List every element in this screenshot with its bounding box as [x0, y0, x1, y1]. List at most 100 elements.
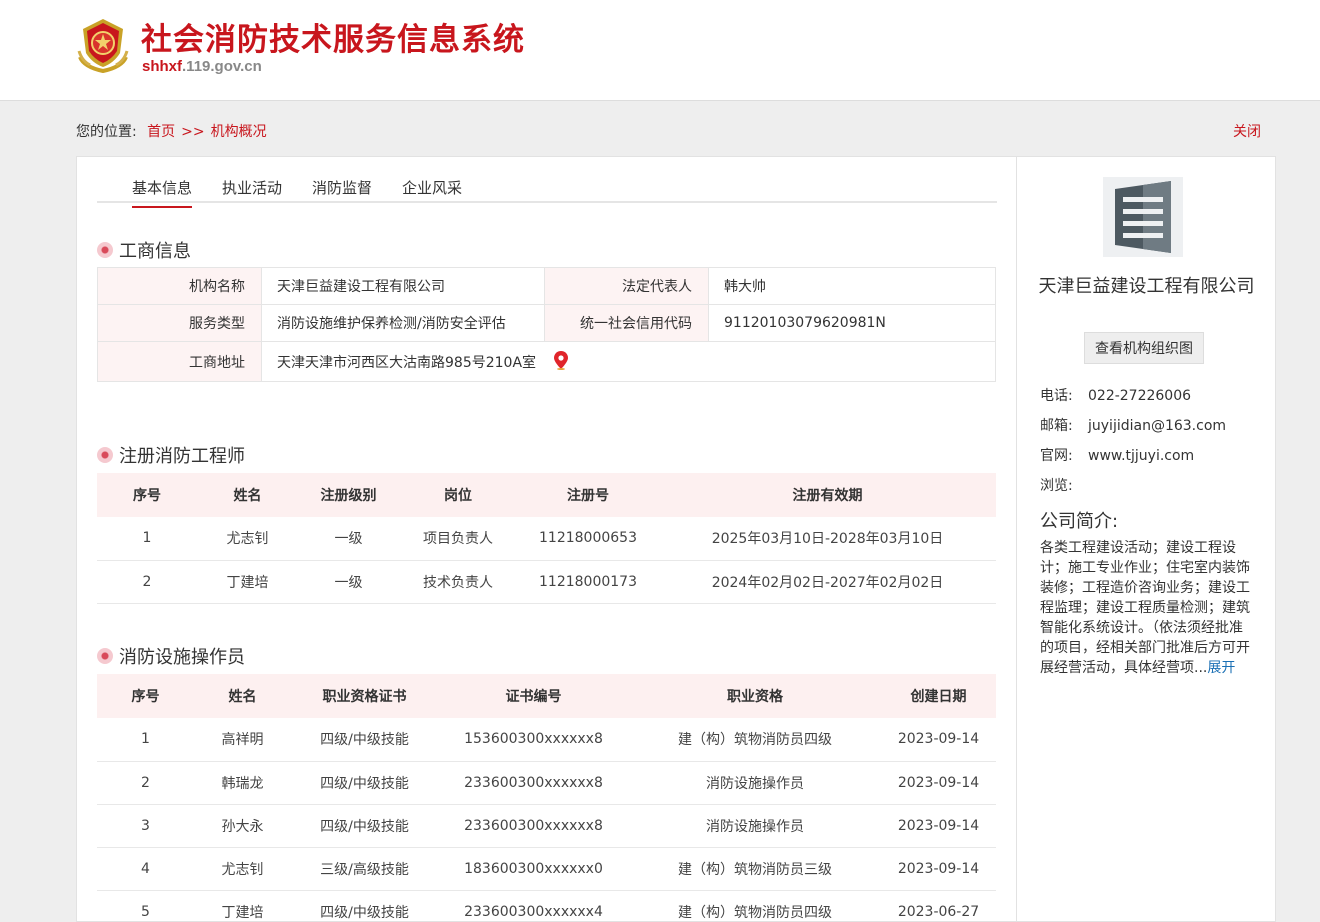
view-org-chart-button[interactable]: 查看机构组织图	[1084, 332, 1204, 364]
table-row: 5 丁建培 四级/中级技能 233600300xxxxxx4 建（构）筑物消防员四级 20…	[97, 890, 996, 922]
email-value[interactable]: juyijidian@163.com	[1088, 418, 1226, 434]
table-row: 2 韩瑞龙 四级/中级技能 233600300xxxxxx8 消防设施操作员 2023-0…	[97, 761, 996, 805]
column-header: 注册级别	[298, 473, 399, 517]
table-cell: 孙大永	[194, 804, 291, 848]
column-header: 注册号	[517, 473, 659, 517]
table-cell: 四级/中级技能	[291, 890, 438, 922]
address-cell: 天津天津市河西区大沽南路985号210A室	[261, 341, 996, 382]
section-title-business: 工商信息	[97, 237, 191, 263]
table-cell: 2024年02月02日-2027年02月02日	[659, 560, 996, 604]
org-name-value: 天津巨益建设工程有限公司	[261, 267, 545, 305]
phone-value: 022-27226006	[1088, 388, 1192, 404]
table-cell: 2023-09-14	[881, 761, 996, 805]
location-pin-icon[interactable]	[554, 351, 569, 370]
table-cell: 建（构）筑物消防员三级	[629, 847, 881, 891]
table-cell: 2025年03月10日-2028年03月10日	[659, 517, 996, 561]
tab-bar: 基本信息 执业活动 消防监督 企业风采	[97, 157, 997, 208]
table-cell: 11218000173	[517, 560, 659, 604]
column-header: 姓名	[194, 674, 291, 718]
tab-practice-activities[interactable]: 执业活动	[222, 177, 282, 206]
site-url: shhxf.119.gov.cn	[142, 58, 262, 75]
credit-code-value: 91120103079620981N	[708, 304, 996, 342]
column-header: 姓名	[197, 473, 298, 517]
contact-views: 浏览:	[1040, 475, 1088, 495]
service-type-label: 服务类型	[97, 304, 262, 342]
table-cell: 四级/中级技能	[291, 718, 438, 762]
fire-emblem-icon	[77, 19, 129, 73]
company-intro: 各类工程建设活动；建设工程设计；施工专业作业；住宅室内装饰装修；工程造价咨询业务…	[1040, 538, 1250, 678]
table-row: 1 尤志钊 一级 项目负责人 11218000653 2025年03月10日-2028年0…	[97, 517, 996, 561]
website-value[interactable]: www.tjjuyi.com	[1088, 448, 1194, 464]
table-cell: 一级	[298, 560, 399, 604]
side-company-name: 天津巨益建设工程有限公司	[1038, 276, 1255, 297]
breadcrumb-home-link[interactable]: 首页	[147, 124, 175, 140]
operators-header-row: 序号 姓名 职业资格证书 证书编号 职业资格 创建日期	[97, 674, 996, 718]
views-label: 浏览:	[1040, 478, 1073, 494]
table-cell: 2023-09-14	[881, 718, 996, 762]
company-logo-icon	[1103, 177, 1183, 257]
operators-table: 序号 姓名 职业资格证书 证书编号 职业资格 创建日期 1 高祥明 四级/中级技能 1…	[97, 674, 996, 922]
table-cell: 2	[97, 560, 197, 604]
table-cell: 2023-09-14	[881, 847, 996, 891]
column-header: 创建日期	[881, 674, 996, 718]
column-header: 职业资格	[629, 674, 881, 718]
website-label: 官网:	[1040, 448, 1073, 464]
column-header: 序号	[97, 473, 197, 517]
engineers-header-row: 序号 姓名 注册级别 岗位 注册号 注册有效期	[97, 473, 996, 517]
org-name-label: 机构名称	[97, 267, 262, 305]
table-cell: 2023-06-27	[881, 890, 996, 922]
table-row: 3 孙大永 四级/中级技能 233600300xxxxxx8 消防设施操作员 2023-0…	[97, 804, 996, 848]
table-cell: 建（构）筑物消防员四级	[629, 890, 881, 922]
site-title: 社会消防技术服务信息系统	[141, 22, 525, 58]
phone-label: 电话:	[1040, 388, 1073, 404]
service-type-value: 消防设施维护保养检测/消防安全评估	[261, 304, 545, 342]
engineers-table: 序号 姓名 注册级别 岗位 注册号 注册有效期 1 尤志钊 一级 项目负责人 11218…	[97, 473, 996, 604]
table-cell: 153600300xxxxxx8	[438, 718, 629, 762]
tab-fire-supervision[interactable]: 消防监督	[312, 177, 372, 206]
tab-company-profile[interactable]: 企业风采	[402, 177, 462, 206]
table-cell: 丁建培	[194, 890, 291, 922]
table-cell: 2	[97, 761, 194, 805]
credit-code-label: 统一社会信用代码	[544, 304, 709, 342]
section-dot-icon	[97, 648, 113, 664]
table-cell: 2023-09-14	[881, 804, 996, 848]
table-cell: 1	[97, 517, 197, 561]
column-header: 职业资格证书	[291, 674, 438, 718]
contact-phone: 电话: 022-27226006	[1040, 385, 1191, 405]
legal-rep-value: 韩大帅	[708, 267, 996, 305]
column-header: 注册有效期	[659, 473, 996, 517]
tab-basic-info[interactable]: 基本信息	[132, 177, 193, 208]
table-cell: 3	[97, 804, 194, 848]
close-link[interactable]: 关闭	[1233, 121, 1261, 141]
breadcrumb-label: 您的位置:	[76, 124, 137, 140]
contact-website: 官网: www.tjjuyi.com	[1040, 445, 1194, 465]
intro-text: 各类工程建设活动；建设工程设计；施工专业作业；住宅室内装饰装修；工程造价咨询业务…	[1040, 540, 1250, 676]
table-cell: 丁建培	[197, 560, 298, 604]
table-cell: 11218000653	[517, 517, 659, 561]
email-label: 邮箱:	[1040, 418, 1073, 434]
breadcrumb-separator: >>	[181, 124, 205, 140]
expand-link[interactable]: 展开	[1207, 660, 1235, 676]
column-header: 证书编号	[438, 674, 629, 718]
section-dot-icon	[97, 242, 113, 258]
section-title-operators: 消防设施操作员	[97, 643, 245, 669]
table-cell: 四级/中级技能	[291, 761, 438, 805]
table-cell: 233600300xxxxxx4	[438, 890, 629, 922]
table-cell: 233600300xxxxxx8	[438, 761, 629, 805]
table-cell: 尤志钊	[194, 847, 291, 891]
table-cell: 三级/高级技能	[291, 847, 438, 891]
section-dot-icon	[97, 447, 113, 463]
table-cell: 消防设施操作员	[629, 804, 881, 848]
table-cell: 5	[97, 890, 194, 922]
address-label: 工商地址	[97, 341, 262, 382]
column-header: 岗位	[399, 473, 517, 517]
table-cell: 尤志钊	[197, 517, 298, 561]
table-cell: 技术负责人	[399, 560, 517, 604]
column-header: 序号	[97, 674, 194, 718]
table-cell: 韩瑞龙	[194, 761, 291, 805]
table-row: 2 丁建培 一级 技术负责人 11218000173 2024年02月02日-2027年0…	[97, 560, 996, 604]
company-side-panel: 天津巨益建设工程有限公司 查看机构组织图 电话: 022-27226006 邮箱:…	[1017, 156, 1276, 922]
table-cell: 183600300xxxxxx0	[438, 847, 629, 891]
breadcrumb-current[interactable]: 机构概况	[211, 124, 267, 140]
breadcrumb: 您的位置: 首页 >> 机构概况	[76, 121, 267, 141]
